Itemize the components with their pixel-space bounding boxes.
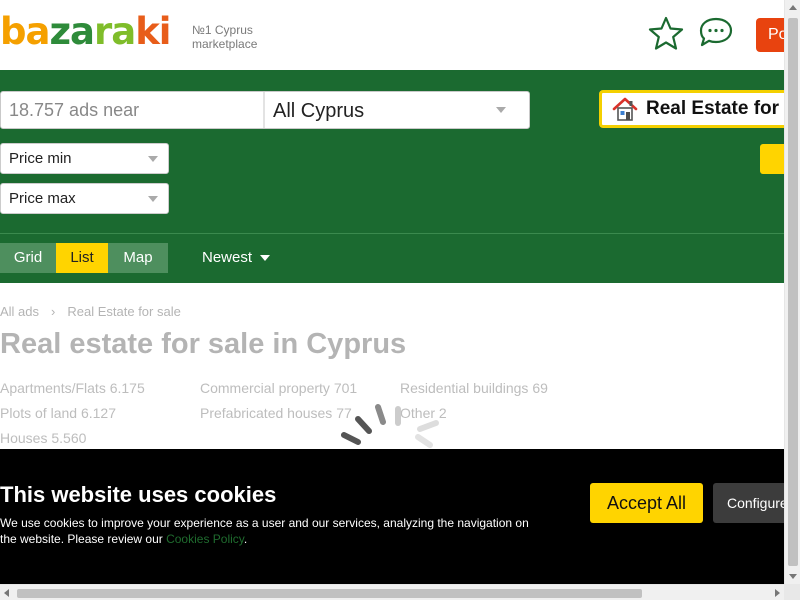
loading-spinner-icon (341, 404, 439, 448)
vertical-scrollbar[interactable] (784, 0, 800, 584)
view-list-button[interactable]: List (56, 243, 108, 273)
category-link[interactable]: Prefabricated houses 77 (200, 405, 352, 421)
breadcrumb-real-estate[interactable]: Real Estate for sale (67, 304, 180, 319)
horizontal-scrollbar[interactable] (0, 584, 784, 600)
category-name: Residential buildings (400, 380, 529, 396)
configure-button[interactable]: Configure (713, 483, 793, 523)
chevron-right-icon: › (51, 304, 56, 319)
search-submit-button[interactable] (760, 144, 784, 174)
category-link[interactable]: Plots of land 6.127 (0, 405, 116, 421)
page-title: Real estate for sale in Cyprus (0, 328, 407, 360)
category-count: 701 (333, 380, 358, 396)
search-input[interactable] (1, 92, 263, 128)
logo-part-3: ra (93, 10, 136, 53)
tagline-line-1: №1 Cyprus (192, 23, 253, 37)
bazaraki-logo[interactable]: bazaraki (0, 10, 171, 53)
breadcrumb: All ads › Real Estate for sale (0, 304, 181, 319)
price-max-label: Price max (9, 190, 76, 207)
category-link[interactable]: Commercial property 701 (200, 380, 357, 396)
view-map-button[interactable]: Map (108, 243, 168, 273)
cookie-banner: This website uses cookies We use cookies… (0, 449, 793, 584)
messages-chat-icon[interactable] (696, 16, 736, 50)
band-divider (0, 233, 784, 234)
main-content: All ads › Real Estate for sale Real estate… (0, 283, 784, 449)
category-name: Prefabricated houses (200, 405, 333, 421)
category-name: Commercial property (200, 380, 330, 396)
logo-part-4: ki (135, 10, 171, 53)
view-grid-button[interactable]: Grid (0, 243, 56, 273)
location-select[interactable]: All Cyprus (265, 92, 530, 128)
cookie-text: We use cookies to improve your experienc… (0, 515, 540, 547)
price-min-select[interactable]: Price min (0, 143, 169, 174)
scrollbar-corner (784, 584, 800, 600)
category-count: 69 (532, 380, 548, 396)
house-icon (612, 97, 638, 121)
sort-select[interactable]: Newest (202, 243, 270, 273)
category-count: 6.127 (80, 405, 116, 421)
sort-value: Newest (202, 249, 253, 266)
category-count: 6.175 (109, 380, 145, 396)
horizontal-scroll-thumb[interactable] (17, 589, 642, 598)
vertical-scroll-thumb[interactable] (788, 18, 798, 566)
price-max-select[interactable]: Price max (0, 183, 169, 214)
category-link[interactable]: Houses 5.560 (0, 430, 86, 446)
price-min-label: Price min (9, 150, 72, 167)
logo-part-1: ba (0, 10, 50, 53)
scroll-down-icon[interactable] (789, 574, 797, 579)
category-name: Apartments/Flats (0, 380, 106, 396)
category-button[interactable]: Real Estate for sale (599, 90, 799, 128)
favorites-star-icon[interactable] (648, 16, 684, 50)
tagline-line-2: marketplace (192, 37, 258, 51)
category-count: 5.560 (51, 430, 87, 446)
location-value: All Cyprus (273, 100, 365, 122)
cookie-message: We use cookies to improve your experienc… (0, 516, 529, 546)
cookies-policy-link[interactable]: Cookies Policy (166, 532, 244, 546)
accept-all-button[interactable]: Accept All (590, 483, 703, 523)
tagline: №1 Cyprus marketplace (192, 23, 257, 51)
search-box: All Cyprus (0, 91, 530, 129)
scroll-right-icon[interactable] (775, 589, 780, 597)
scroll-left-icon[interactable] (4, 589, 9, 597)
scroll-up-icon[interactable] (789, 5, 797, 10)
site-header: bazaraki №1 Cyprus marketplace Po (0, 0, 796, 70)
category-name: Plots of land (0, 405, 78, 421)
chevron-down-icon (148, 196, 158, 202)
chevron-down-icon (496, 107, 506, 113)
view-toggle: Grid List Map (0, 243, 168, 273)
search-band: All Cyprus Real Estate for sale Price mi… (0, 70, 799, 283)
chevron-down-icon (260, 255, 270, 261)
category-link[interactable]: Apartments/Flats 6.175 (0, 380, 145, 396)
category-label: Real Estate for sale (646, 98, 796, 119)
category-name: Houses (0, 430, 48, 446)
breadcrumb-all-ads[interactable]: All ads (0, 304, 39, 319)
chevron-down-icon (148, 156, 158, 162)
logo-part-2: za (49, 10, 95, 53)
category-link[interactable]: Residential buildings 69 (400, 380, 548, 396)
cookie-title: This website uses cookies (0, 482, 277, 507)
cookie-text-end: . (243, 532, 248, 546)
